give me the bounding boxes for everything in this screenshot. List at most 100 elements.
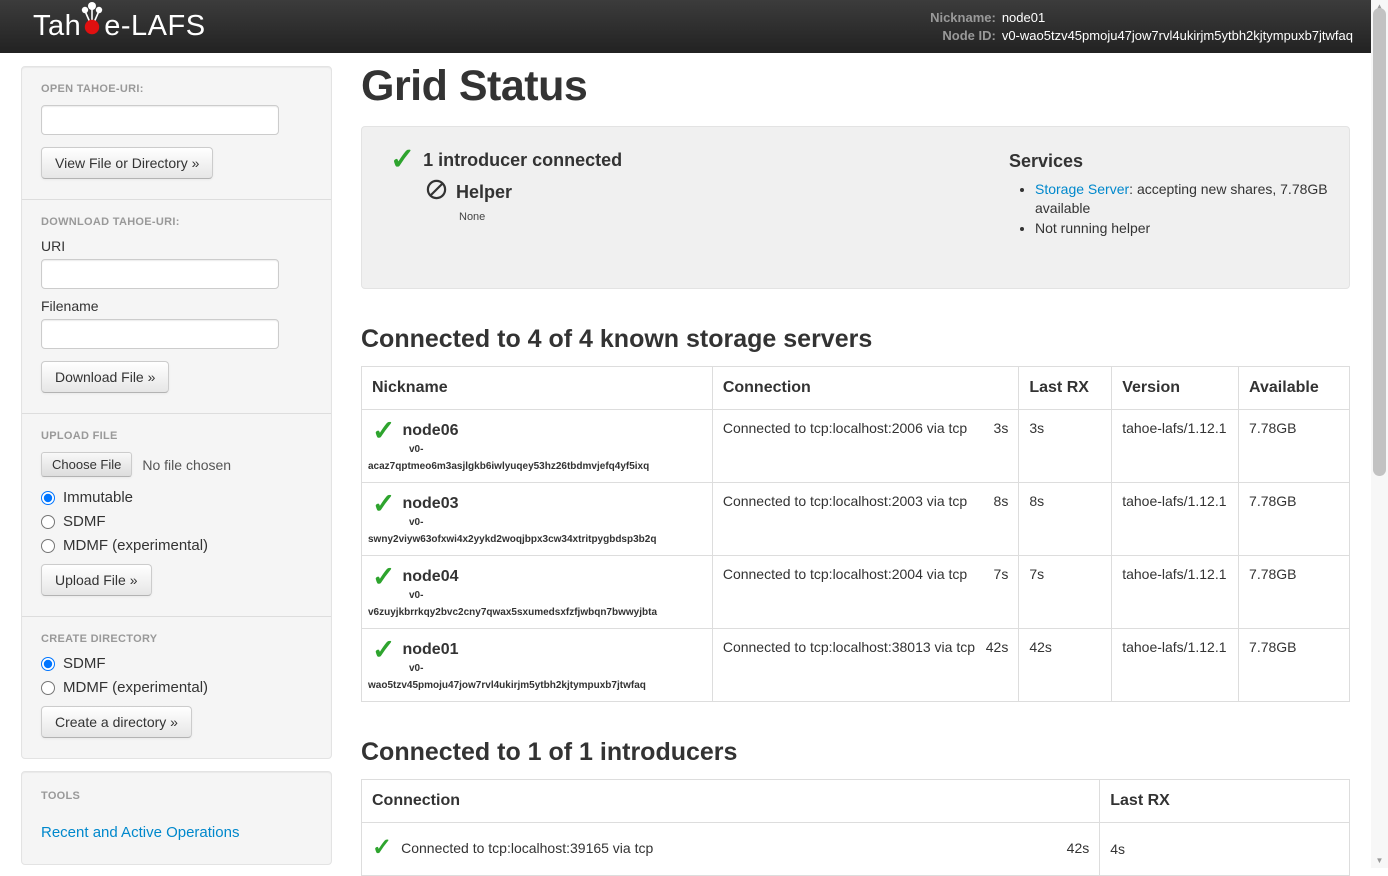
- filename-field-label: Filename: [41, 298, 312, 314]
- status-left-column: ✓ 1 introducer connected Helper None: [390, 149, 1009, 264]
- create-directory-button[interactable]: Create a directory »: [41, 706, 192, 738]
- view-file-button[interactable]: View File or Directory »: [41, 147, 213, 179]
- introducers-heading: Connected to 1 of 1 introducers: [361, 738, 1350, 767]
- connection-cell: Connected to tcp:localhost:2003 via tcp …: [712, 483, 1019, 556]
- createdir-radio-mdmf-label: MDMF (experimental): [63, 679, 208, 696]
- scrollbar-thumb[interactable]: [1373, 8, 1386, 476]
- upload-file-button[interactable]: Upload File »: [41, 564, 152, 596]
- server-id: acaz7qptmeo6m3asjlgkb6iwlyuqey53hz26tbdm…: [368, 461, 702, 472]
- open-uri-input[interactable]: [41, 105, 279, 135]
- available-cell: 7.78GB: [1239, 629, 1350, 702]
- createdir-radio-sdmf[interactable]: SDMF: [41, 655, 312, 672]
- introducer-status-line: ✓ 1 introducer connected: [390, 149, 1009, 171]
- check-icon: ✓: [390, 149, 415, 171]
- server-id-prefix: v0-: [409, 517, 702, 528]
- available-cell: 7.78GB: [1239, 483, 1350, 556]
- check-icon: ✓: [372, 420, 395, 442]
- connection-time: 3s: [994, 420, 1009, 436]
- introducers-table-header-row: Connection Last RX: [362, 780, 1350, 823]
- col-version: Version: [1112, 367, 1239, 410]
- recent-operations-link[interactable]: Recent and Active Operations: [41, 824, 239, 841]
- col-nickname: Nickname: [362, 367, 713, 410]
- last-rx-cell: 3s: [1019, 410, 1112, 483]
- createdir-radio-mdmf-input[interactable]: [41, 681, 55, 695]
- upload-radio-sdmf-input[interactable]: [41, 515, 55, 529]
- main-content: Grid Status ✓ 1 introducer connected Hel…: [361, 53, 1350, 876]
- server-id-prefix: v0-: [409, 590, 702, 601]
- table-row: ✓ node06 v0- acaz7qptmeo6m3asjlgkb6iwlyu…: [362, 410, 1350, 483]
- scroll-down-icon[interactable]: ▼: [1371, 854, 1388, 868]
- connection-cell: Connected to tcp:localhost:38013 via tcp…: [712, 629, 1019, 702]
- connection-time: 42s: [1067, 840, 1090, 856]
- connection-time: 42s: [986, 639, 1009, 655]
- upload-radio-immutable[interactable]: Immutable: [41, 489, 312, 506]
- upload-radio-mdmf-input[interactable]: [41, 539, 55, 553]
- download-filename-input[interactable]: [41, 319, 279, 349]
- check-icon: ✓: [372, 837, 392, 859]
- services-block: Services Storage Server: accepting new s…: [1009, 149, 1329, 264]
- connection-time: 7s: [994, 566, 1009, 582]
- server-id: swny2viyw63ofxwi4x2yykd2woqjbpx3cw34xtri…: [368, 534, 702, 545]
- upload-file-section: UPLOAD FILE Choose File No file chosen I…: [22, 413, 331, 616]
- version-cell: tahoe-lafs/1.12.1: [1112, 483, 1239, 556]
- helper-title: Helper: [456, 182, 512, 203]
- upload-radio-mdmf[interactable]: MDMF (experimental): [41, 537, 312, 554]
- last-rx-cell: 8s: [1019, 483, 1112, 556]
- service-helper-item: Not running helper: [1035, 219, 1329, 238]
- version-cell: tahoe-lafs/1.12.1: [1112, 629, 1239, 702]
- available-cell: 7.78GB: [1239, 556, 1350, 629]
- connection-time: 8s: [994, 493, 1009, 509]
- tools-panel: TOOLS Recent and Active Operations: [21, 771, 332, 865]
- helper-value: None: [459, 211, 1009, 223]
- connection-text: Connected to tcp:localhost:38013 via tcp: [723, 639, 975, 655]
- create-directory-label: CREATE DIRECTORY: [41, 633, 312, 645]
- table-row: ✓ node03 v0- swny2viyw63ofxwi4x2yykd2woq…: [362, 483, 1350, 556]
- server-id: v6zuyjkbrrkqy2bvc2cny7qwax5sxumedsxfzfjw…: [368, 607, 702, 618]
- available-cell: 7.78GB: [1239, 410, 1350, 483]
- upload-radio-mdmf-label: MDMF (experimental): [63, 537, 208, 554]
- server-nickname: node06: [402, 422, 458, 440]
- storage-server-link[interactable]: Storage Server: [1035, 181, 1129, 197]
- no-entry-icon: [426, 179, 447, 205]
- vertical-scrollbar[interactable]: ▲ ▼: [1371, 0, 1388, 868]
- download-uri-input[interactable]: [41, 259, 279, 289]
- uri-field-label: URI: [41, 238, 312, 254]
- last-rx-cell: 42s: [1019, 629, 1112, 702]
- download-uri-label: DOWNLOAD TAHOE-URI:: [41, 216, 312, 228]
- top-header-bar: Tah e-LAFS Nickname: node01 Node ID: v0-…: [0, 0, 1371, 53]
- page-title: Grid Status: [361, 62, 1350, 111]
- col-available: Available: [1239, 367, 1350, 410]
- upload-radio-sdmf[interactable]: SDMF: [41, 513, 312, 530]
- server-nickname: node01: [402, 641, 458, 659]
- node-meta: Nickname: node01 Node ID: v0-wao5tzv45pm…: [930, 10, 1353, 44]
- storage-servers-heading: Connected to 4 of 4 known storage server…: [361, 325, 1350, 354]
- upload-radio-immutable-label: Immutable: [63, 489, 133, 506]
- download-file-button[interactable]: Download File »: [41, 361, 169, 393]
- choose-file-button[interactable]: Choose File: [41, 452, 132, 477]
- nickname-cell: ✓ node06 v0- acaz7qptmeo6m3asjlgkb6iwlyu…: [362, 410, 713, 483]
- brand-text-post: e-LAFS: [104, 10, 205, 43]
- nickname-label: Nickname:: [930, 10, 996, 26]
- open-uri-label: OPEN TAHOE-URI:: [41, 83, 312, 95]
- col-last-rx: Last RX: [1100, 780, 1350, 823]
- server-id-prefix: v0-: [409, 663, 702, 674]
- createdir-radio-mdmf[interactable]: MDMF (experimental): [41, 679, 312, 696]
- connection-cell: Connected to tcp:localhost:2006 via tcp …: [712, 410, 1019, 483]
- no-file-chosen-text: No file chosen: [142, 457, 231, 473]
- introducers-table: Connection Last RX ✓ Connected to tcp:lo…: [361, 779, 1350, 876]
- upload-radio-sdmf-label: SDMF: [63, 513, 106, 530]
- tahoe-lafs-logo[interactable]: Tah e-LAFS: [33, 10, 206, 43]
- services-title: Services: [1009, 151, 1329, 172]
- createdir-radio-sdmf-input[interactable]: [41, 657, 55, 671]
- version-cell: tahoe-lafs/1.12.1: [1112, 410, 1239, 483]
- node-id-value: v0-wao5tzv45pmoju47jow7rvl4ukirjm5ytbh2k…: [1002, 28, 1353, 44]
- tahoe-seed-icon: [82, 14, 103, 35]
- server-nickname: node03: [402, 495, 458, 513]
- storage-table-header-row: Nickname Connection Last RX Version Avai…: [362, 367, 1350, 410]
- nickname-cell: ✓ node03 v0- swny2viyw63ofxwi4x2yykd2woq…: [362, 483, 713, 556]
- check-icon: ✓: [372, 493, 395, 515]
- col-last-rx: Last RX: [1019, 367, 1112, 410]
- upload-radio-immutable-input[interactable]: [41, 491, 55, 505]
- sidebar: OPEN TAHOE-URI: View File or Directory »…: [21, 66, 332, 865]
- nickname-cell: ✓ node01 v0- wao5tzv45pmoju47jow7rvl4uki…: [362, 629, 713, 702]
